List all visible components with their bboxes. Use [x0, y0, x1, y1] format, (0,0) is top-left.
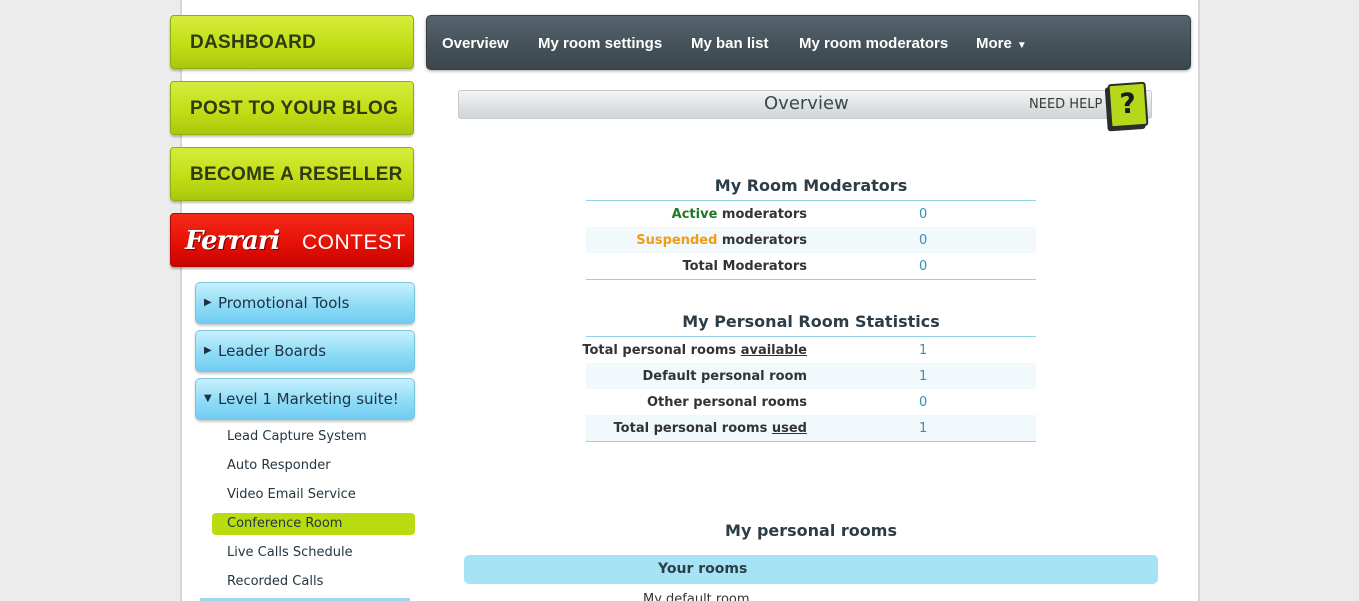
- rooms-table-header: Your rooms: [464, 555, 1158, 584]
- dashboard-button[interactable]: DASHBOARD: [170, 15, 414, 69]
- triangle-down-icon: ▼: [204, 393, 212, 404]
- stat-label: Suspended moderators: [636, 233, 807, 248]
- nav-overview[interactable]: Overview: [442, 16, 509, 71]
- available-link[interactable]: available: [741, 343, 807, 358]
- stat-label: Total personal rooms used: [613, 421, 807, 436]
- table-row: Other personal rooms 0: [586, 389, 1036, 415]
- accordion-level1-marketing-suite[interactable]: ▼ Level 1 Marketing suite!: [195, 378, 415, 420]
- accordion-label: Leader Boards: [218, 342, 327, 360]
- moderators-table: Active moderators 0 Suspended moderators…: [586, 200, 1036, 280]
- sub-item-live-calls[interactable]: Live Calls Schedule: [212, 542, 415, 564]
- sub-item-recorded-calls[interactable]: Recorded Calls: [212, 571, 415, 593]
- personal-rooms-title: My personal rooms: [725, 521, 897, 540]
- available-rooms-value[interactable]: 1: [919, 343, 927, 358]
- accordion-label: Level 1 Marketing suite!: [218, 390, 399, 408]
- active-moderators-value[interactable]: 0: [919, 207, 927, 222]
- rooms-header-label: Your rooms: [658, 561, 748, 577]
- nav-more[interactable]: More ▼: [976, 16, 1027, 71]
- nav-room-settings[interactable]: My room settings: [538, 16, 662, 71]
- default-room-row[interactable]: My default room: [643, 592, 750, 601]
- table-row: Total Moderators 0: [586, 253, 1036, 279]
- stat-label: Default personal room: [642, 369, 807, 384]
- stat-label: Total Moderators: [682, 259, 807, 274]
- ferrari-logo: Ferrari: [185, 226, 280, 256]
- nav-ban-list[interactable]: My ban list: [691, 16, 769, 71]
- help-book-icon[interactable]: ?: [1107, 81, 1149, 129]
- sub-item-auto-responder[interactable]: Auto Responder: [212, 455, 415, 477]
- ferrari-contest-button[interactable]: Ferrari CONTEST: [170, 213, 414, 267]
- stats-title: My Personal Room Statistics: [682, 312, 940, 331]
- accordion-promotional-tools[interactable]: ▶ Promotional Tools: [195, 282, 415, 324]
- sub-item-video-email[interactable]: Video Email Service: [212, 484, 415, 506]
- accordion-label: Promotional Tools: [218, 294, 350, 312]
- sub-item-conference-room[interactable]: Conference Room: [212, 513, 415, 535]
- table-row: Default personal room 1: [586, 363, 1036, 389]
- table-row: Suspended moderators 0: [586, 227, 1036, 253]
- used-rooms-value[interactable]: 1: [919, 421, 927, 436]
- stats-table: Total personal rooms available 1 Default…: [582, 336, 1036, 442]
- stat-label: Active moderators: [671, 207, 807, 222]
- contest-label: CONTEST: [302, 231, 406, 254]
- caret-down-icon: ▼: [1016, 40, 1027, 51]
- used-link[interactable]: used: [772, 421, 807, 436]
- accordion-leader-boards[interactable]: ▶ Leader Boards: [195, 330, 415, 372]
- triangle-right-icon: ▶: [204, 297, 212, 308]
- stat-label: Total personal rooms available: [582, 343, 807, 358]
- need-help-link[interactable]: NEED HELP: [1029, 97, 1102, 112]
- moderators-title: My Room Moderators: [714, 176, 908, 195]
- table-row: Total personal rooms used 1: [586, 415, 1036, 441]
- stat-label: Other personal rooms: [646, 395, 807, 410]
- suspended-moderators-value[interactable]: 0: [919, 233, 927, 248]
- default-room-value[interactable]: 1: [919, 369, 927, 384]
- top-navigation: Overview My room settings My ban list My…: [426, 15, 1191, 70]
- overview-bar: Overview NEED HELP ?: [458, 81, 1152, 129]
- table-row: Active moderators 0: [586, 201, 1036, 227]
- post-to-blog-button[interactable]: POST TO YOUR BLOG: [170, 81, 414, 135]
- triangle-right-icon: ▶: [204, 345, 212, 356]
- total-moderators-value[interactable]: 0: [919, 259, 927, 274]
- nav-room-moderators[interactable]: My room moderators: [799, 16, 948, 71]
- nav-more-label: More: [976, 35, 1012, 52]
- become-reseller-button[interactable]: BECOME A RESELLER: [170, 147, 414, 201]
- other-rooms-value[interactable]: 0: [919, 395, 927, 410]
- table-row: Total personal rooms available 1: [582, 337, 1036, 363]
- sub-item-lead-capture[interactable]: Lead Capture System: [212, 426, 415, 448]
- page-title: Overview: [764, 93, 849, 114]
